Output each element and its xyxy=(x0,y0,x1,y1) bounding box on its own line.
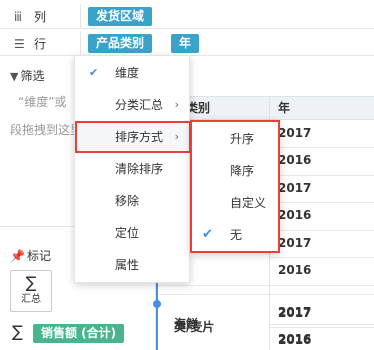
report-designer: iii 列 发货区域 ☰ 行 产品类别 年 ▼ 筛选 “维度”或 段拖拽到这里 📌 标记… xyxy=(0,0,374,350)
field-context-menu: ✔ 维度 分类汇总 › 排序方式 › 清除排序 移除 定位 属性 xyxy=(74,55,191,283)
sort-option-custom[interactable]: 自定义 xyxy=(192,187,278,219)
check-circle-icon: ✔ xyxy=(202,227,213,242)
mark-type-summary-button[interactable]: ∑ 汇总 xyxy=(10,270,52,312)
menu-item-label: 定位 xyxy=(115,226,140,240)
row-divider xyxy=(269,285,374,286)
sort-option-ascending[interactable]: 升序 xyxy=(192,123,278,155)
menu-item-label: 分类汇总 xyxy=(115,98,164,112)
marks-title: 📌 标记 xyxy=(10,247,51,264)
menu-item-label: 属性 xyxy=(115,258,140,272)
year-cell: 2017 xyxy=(278,236,312,250)
category-cell: 海鲜 xyxy=(174,317,199,331)
rows-shelf: ☰ 行 产品类别 年 xyxy=(0,31,374,56)
filter-hint-line2: 段拖拽到这里 xyxy=(10,123,83,137)
year-cell: 2017 xyxy=(278,305,312,319)
year-cell: 2016 xyxy=(278,153,312,167)
year-cell: 2017 xyxy=(278,126,312,140)
menu-item-sort-by[interactable]: 排序方式 › xyxy=(75,121,191,153)
filter-title: ▼ 筛选 xyxy=(10,67,44,84)
filter-title-text: 筛选 xyxy=(20,69,45,83)
columns-shelf: iii 列 发货区域 xyxy=(0,4,374,29)
mark-type-label: 汇总 xyxy=(21,294,41,305)
columns-shelf-label: iii 列 xyxy=(14,8,46,26)
filter-hint-line1: “维度”或 xyxy=(18,95,67,109)
header-year: 年 xyxy=(278,101,291,115)
chevron-right-icon: › xyxy=(174,98,179,111)
year-cell: 2016 xyxy=(278,208,312,222)
year-cell: 2016 xyxy=(278,332,312,346)
sort-option-label: 降序 xyxy=(230,164,255,178)
field-pill-year[interactable]: 年 xyxy=(171,34,200,53)
rows-icon: ☰ xyxy=(14,37,25,51)
rows-label-text: 行 xyxy=(34,37,47,51)
sigma-icon: ∑ xyxy=(12,322,23,341)
menu-item-remove[interactable]: 移除 xyxy=(75,185,191,217)
columns-icon: iii xyxy=(14,10,22,24)
drop-indicator-handle[interactable] xyxy=(153,300,161,308)
sort-option-label: 无 xyxy=(230,228,243,242)
shelf-divider xyxy=(80,4,81,29)
menu-item-label: 移除 xyxy=(115,194,140,208)
menu-item-subtotal[interactable]: 分类汇总 › xyxy=(75,89,191,121)
category-divider xyxy=(156,285,269,286)
rows-shelf-label: ☰ 行 xyxy=(14,35,46,53)
sort-submenu: 升序 降序 自定义 ✔ 无 xyxy=(190,120,280,253)
shelf-divider xyxy=(80,31,81,56)
year-cell: 2016 xyxy=(278,263,312,277)
year-cell: 2017 xyxy=(278,181,312,195)
marks-title-text: 标记 xyxy=(26,249,51,263)
menu-item-locate[interactable]: 定位 xyxy=(75,217,191,249)
check-icon: ✔ xyxy=(89,66,99,79)
menu-item-label: 清除排序 xyxy=(115,162,164,176)
row-divider xyxy=(269,294,374,295)
menu-item-label: 排序方式 xyxy=(115,130,164,144)
field-pill-product-category[interactable]: 产品类别 xyxy=(88,34,153,53)
menu-item-dimension[interactable]: ✔ 维度 xyxy=(75,57,191,89)
sigma-icon: ∑ xyxy=(25,273,37,292)
menu-item-label: 维度 xyxy=(115,66,140,80)
columns-label-text: 列 xyxy=(34,10,47,24)
row-divider xyxy=(269,324,374,325)
sort-option-none[interactable]: ✔ 无 xyxy=(192,219,278,251)
measure-pill-sales-sum[interactable]: 销售额 (合计) xyxy=(33,324,125,343)
menu-item-clear-sort[interactable]: 清除排序 xyxy=(75,153,191,185)
sort-option-label: 自定义 xyxy=(230,196,267,210)
sort-option-label: 升序 xyxy=(230,132,255,146)
field-pill-ship-region[interactable]: 发货区域 xyxy=(88,7,153,26)
menu-item-properties[interactable]: 属性 xyxy=(75,249,191,281)
chevron-right-icon: › xyxy=(174,130,179,143)
pin-icon: 📌 xyxy=(10,249,25,263)
sort-option-descending[interactable]: 降序 xyxy=(192,155,278,187)
filter-icon: ▼ xyxy=(10,70,19,83)
category-divider xyxy=(156,294,269,295)
